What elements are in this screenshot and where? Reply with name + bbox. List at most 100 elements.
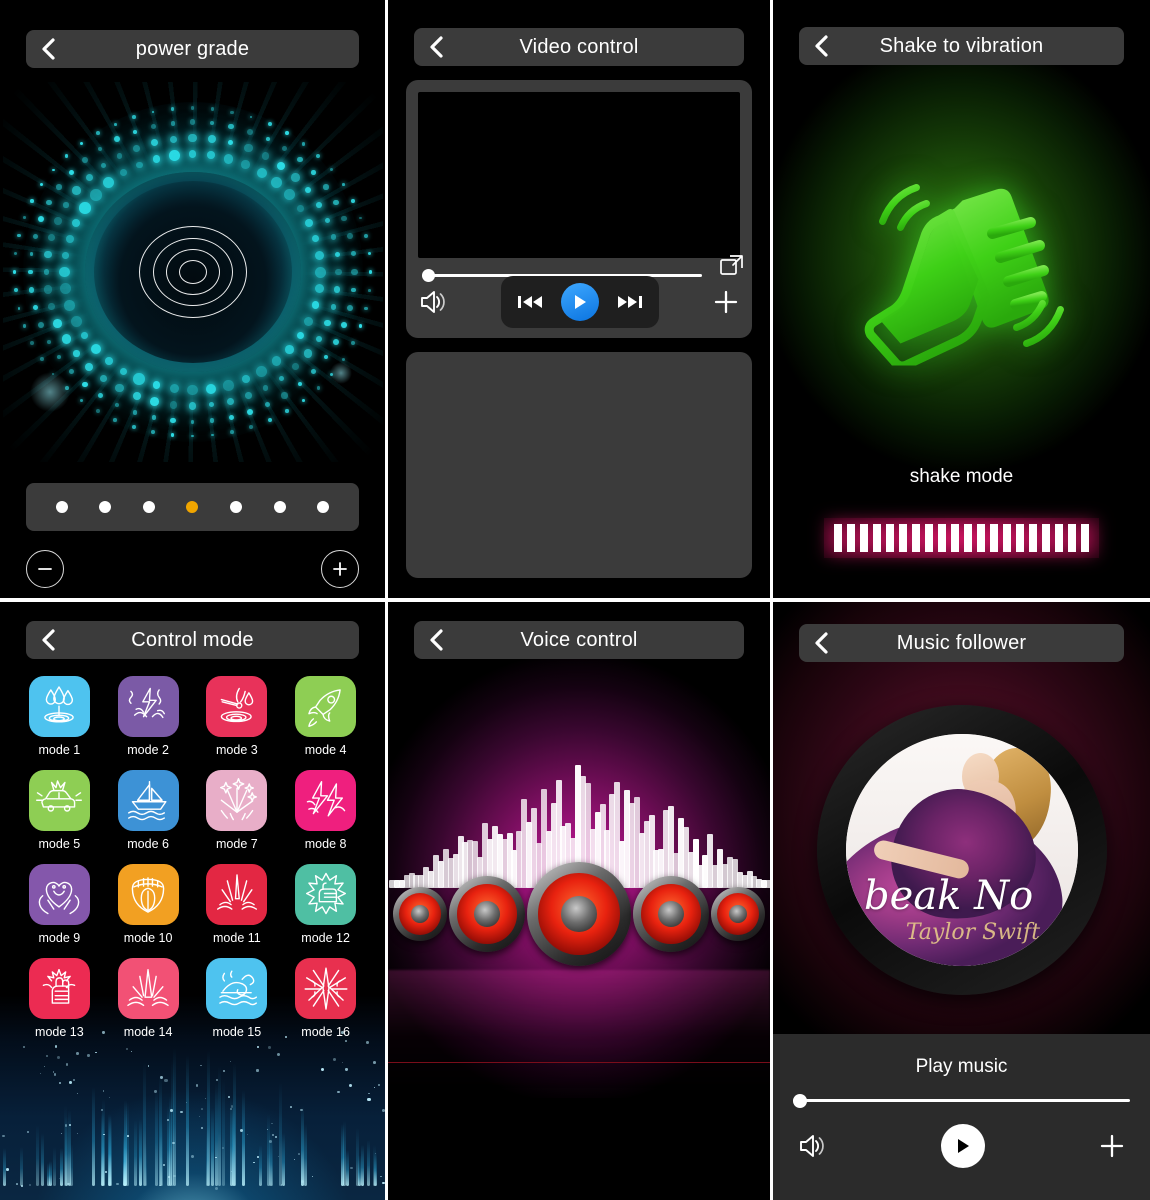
play-button[interactable] [561, 283, 599, 321]
music-progress-bar[interactable] [793, 1094, 1130, 1108]
wind-wave-icon [214, 966, 260, 1012]
mode-tile-5[interactable]: mode 5 [20, 770, 99, 851]
back-button[interactable] [799, 27, 843, 65]
light-particle [230, 1061, 231, 1062]
mode-tile-6[interactable]: mode 6 [109, 770, 188, 851]
mode-tile-15[interactable]: mode 15 [198, 958, 277, 1039]
light-particle [290, 1106, 292, 1108]
mode-label: mode 12 [301, 931, 350, 945]
back-button[interactable] [414, 28, 458, 66]
play-button[interactable] [941, 1124, 985, 1168]
mode-tile-background [29, 864, 90, 925]
light-streak [218, 1066, 221, 1186]
vibration-intensity-bar[interactable] [773, 515, 1150, 561]
light-particle [200, 1065, 201, 1066]
add-button[interactable] [712, 288, 740, 316]
light-streak [68, 1110, 71, 1186]
back-button[interactable] [799, 624, 843, 662]
mode-tile-10[interactable]: mode 10 [109, 864, 188, 945]
album-title-script: beak No [864, 873, 1064, 919]
mode-label: mode 2 [127, 743, 169, 757]
light-particle [345, 1068, 347, 1070]
mode-label: mode 5 [39, 837, 81, 851]
decrease-power-button[interactable] [26, 550, 64, 588]
mode-tile-13[interactable]: mode 13 [20, 958, 99, 1039]
level-dot-active[interactable] [186, 501, 198, 513]
mode-tile-3[interactable]: mode 3 [198, 676, 277, 757]
light-particle [367, 1098, 370, 1101]
album-artist-script: Taylor Swift [906, 920, 1040, 945]
mode-tile-12[interactable]: mode 12 [286, 864, 365, 945]
add-button[interactable] [1098, 1132, 1126, 1160]
page-title: Control mode [70, 629, 359, 652]
mode-tile-background [118, 864, 179, 925]
level-dot[interactable] [274, 501, 286, 513]
video-player-card [406, 80, 752, 338]
light-particle [257, 1156, 259, 1158]
header-bar-music-follower: Music follower [799, 624, 1124, 662]
progress-knob[interactable] [793, 1094, 807, 1108]
light-particle [109, 1097, 110, 1098]
expand-icon [720, 254, 744, 276]
level-dot[interactable] [230, 501, 242, 513]
light-particle [164, 1079, 167, 1082]
speaker-icon [797, 1133, 827, 1159]
mode-tile-background [295, 770, 356, 831]
next-button[interactable] [617, 293, 643, 311]
mode-tile-7[interactable]: mode 7 [198, 770, 277, 851]
fullscreen-button[interactable] [720, 254, 744, 276]
light-streak [139, 1119, 142, 1186]
level-dot[interactable] [317, 501, 329, 513]
level-dot[interactable] [143, 501, 155, 513]
light-particle [378, 1084, 380, 1086]
back-button[interactable] [26, 621, 70, 659]
video-screen[interactable] [418, 92, 740, 258]
chevron-left-icon [813, 34, 829, 58]
music-artwork: beak No Taylor Swift [773, 602, 1150, 1034]
plus-icon [331, 560, 349, 578]
mode-tile-background [206, 676, 267, 737]
mode-tile-1[interactable]: mode 1 [20, 676, 99, 757]
light-particle [201, 1127, 203, 1129]
vinyl-record[interactable]: beak No Taylor Swift [817, 705, 1107, 995]
mode-label: mode 6 [127, 837, 169, 851]
shatter-burst-icon [303, 966, 349, 1012]
fireworks-icon [214, 778, 260, 824]
previous-button[interactable] [517, 293, 543, 311]
volume-button[interactable] [418, 289, 448, 315]
video-playlist-card[interactable] [406, 352, 752, 578]
mode-tile-background [118, 770, 179, 831]
volume-button[interactable] [797, 1133, 827, 1159]
speaker-icon [633, 876, 709, 952]
mode-tile-4[interactable]: mode 4 [286, 676, 365, 757]
level-dot[interactable] [99, 501, 111, 513]
mode-tile-2[interactable]: mode 2 [109, 676, 188, 757]
back-button[interactable] [26, 30, 70, 68]
mode-tile-background [29, 770, 90, 831]
light-particle [126, 1048, 127, 1049]
mode-tile-16[interactable]: mode 16 [286, 958, 365, 1039]
mode-tile-background [29, 676, 90, 737]
speaker-icon [418, 289, 448, 315]
increase-power-button[interactable] [321, 550, 359, 588]
light-streak [20, 1147, 23, 1186]
vibration-bars [824, 518, 1099, 558]
back-button[interactable] [414, 621, 458, 659]
light-streak [108, 1114, 111, 1186]
level-dot[interactable] [56, 501, 68, 513]
mode-tile-9[interactable]: mode 9 [20, 864, 99, 945]
light-streak [242, 1090, 245, 1186]
sailboat-icon [125, 778, 171, 824]
mode-tile-14[interactable]: mode 14 [109, 958, 188, 1039]
panel-music-follower: beak No Taylor Swift Music follower Play… [773, 602, 1150, 1200]
light-particle [6, 1168, 9, 1171]
power-level-indicator[interactable] [26, 483, 359, 531]
header-bar-video-control: Video control [414, 28, 744, 66]
light-streak [186, 1055, 189, 1186]
plus-icon [712, 288, 740, 316]
mode-tile-8[interactable]: mode 8 [286, 770, 365, 851]
light-streak [206, 1128, 209, 1186]
light-particle [272, 1134, 275, 1137]
mode-tile-11[interactable]: mode 11 [198, 864, 277, 945]
light-streak [301, 1106, 304, 1186]
